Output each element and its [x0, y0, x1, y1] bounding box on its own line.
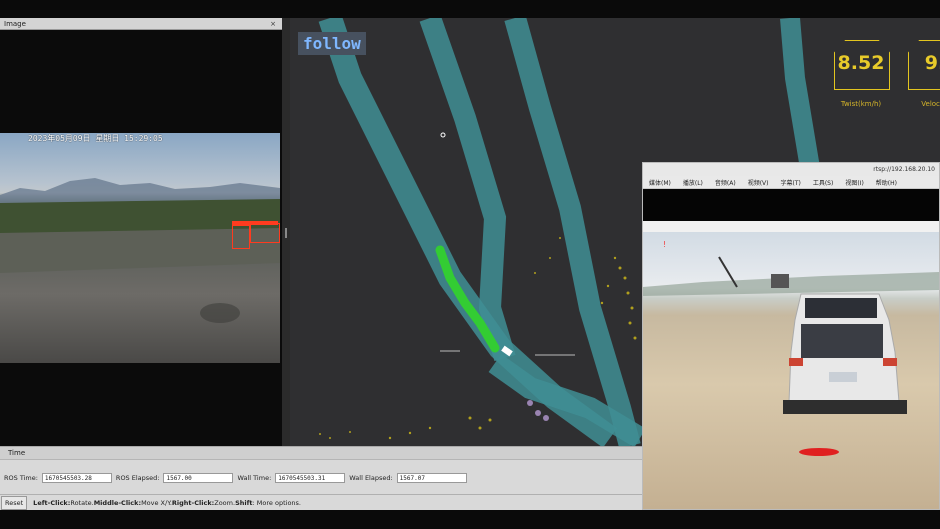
simulator-title: rtsp://192.168.20.10 — [643, 163, 939, 176]
hint-key: Middle-Click: — [93, 499, 142, 507]
hint-text: Move X/Y. — [141, 499, 172, 507]
image-window-title: Image — [4, 19, 26, 28]
hint-key: Left-Click: — [33, 499, 71, 507]
cursor-icon — [440, 132, 446, 138]
target-marker — [799, 448, 839, 456]
time-panel-title: Time — [0, 447, 642, 460]
vehicle-model — [783, 293, 907, 414]
image-window: Image × 2023年05月09日 星期日 15:29:05 — [0, 18, 282, 446]
hint-text: Zoom. — [214, 499, 236, 507]
menu-item-media[interactable]: 媒体(M) — [649, 178, 671, 187]
close-icon[interactable]: × — [270, 20, 276, 28]
ros-time-field[interactable]: 1670545503.28 — [41, 473, 112, 483]
gauge-label: Twist(km/h) — [840, 100, 882, 108]
ros-time-label: ROS Time: — [4, 474, 38, 482]
detection-box — [232, 225, 250, 249]
menu-item-view[interactable]: 视图(I) — [845, 178, 863, 187]
status-bar: Reset Left-Click: Rotate. Middle-Click: … — [0, 494, 642, 511]
mode-badge: follow — [298, 32, 366, 55]
simulator-letterbox — [643, 189, 939, 221]
menu-item-help[interactable]: 帮助(H) — [876, 178, 897, 187]
bottom-border — [0, 510, 940, 529]
simulator-window[interactable]: rtsp://192.168.20.10 媒体(M) 播放(L) 音频(A) 视… — [642, 162, 940, 510]
reset-button[interactable]: Reset — [1, 496, 28, 510]
wall-elapsed-label: Wall Elapsed: — [349, 474, 393, 482]
image-window-titlebar: Image × — [0, 18, 282, 30]
ros-elapsed-field[interactable]: 1567.00 — [163, 473, 234, 483]
splitter-handle[interactable] — [285, 228, 287, 238]
hint-key: Right-Click: — [171, 499, 215, 507]
gauge-label: Velocity — [921, 100, 940, 108]
menu-item-video[interactable]: 视频(V) — [748, 178, 769, 187]
wall-elapsed-field[interactable]: 1567.07 — [396, 473, 467, 483]
detection-label — [232, 221, 278, 225]
hint-text: Rotate. — [70, 499, 94, 507]
time-panel: Time ROS Time: 1670545503.28 ROS Elapsed… — [0, 446, 642, 495]
velocity-gauge: 9. Velocity — [902, 30, 940, 116]
wall-time-field[interactable]: 1670545503.31 — [275, 473, 346, 483]
menu-item-subtitle[interactable]: 字幕(T) — [780, 178, 800, 187]
camera-feed: 2023年05月09日 星期日 15:29:05 — [0, 133, 280, 363]
lane-boundary — [780, 18, 820, 170]
hint-key: Shift — [235, 499, 253, 507]
speed-gauge: 8.52 Twist(km/h) — [828, 30, 894, 116]
time-row: ROS Time: 1670545503.28 ROS Elapsed: 156… — [0, 471, 467, 485]
simulator-scene — [643, 256, 939, 456]
menu-item-playback[interactable]: 播放(L) — [683, 178, 703, 187]
simulator-view: ! — [643, 232, 939, 509]
detection-box — [250, 223, 280, 243]
hint-text: : More options. — [252, 499, 301, 507]
gauge-value: 8.52 — [837, 52, 885, 74]
menu-item-audio[interactable]: 音频(A) — [715, 178, 736, 187]
wall-time-label: Wall Time: — [237, 474, 272, 482]
gauge-value: 9. — [924, 52, 940, 74]
menu-item-tools[interactable]: 工具(S) — [813, 178, 834, 187]
ros-elapsed-label: ROS Elapsed: — [115, 474, 160, 482]
simulator-menu: 媒体(M) 播放(L) 音频(A) 视频(V) 字幕(T) 工具(S) 视图(I… — [643, 176, 939, 189]
